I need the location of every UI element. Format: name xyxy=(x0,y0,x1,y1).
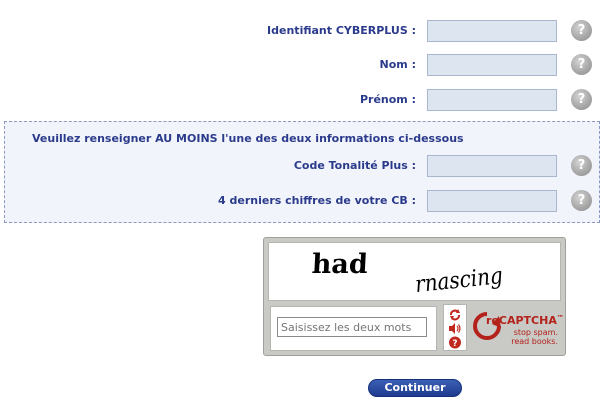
code-tonalite-row: Code Tonalité Plus : ? xyxy=(0,155,600,177)
captcha-image: had rnascing xyxy=(268,242,561,301)
identifiant-row: Identifiant CYBERPLUS : ? xyxy=(0,20,600,42)
prenom-help-icon[interactable]: ? xyxy=(571,89,592,110)
recaptcha-logo-text: reCAPTCHA™ xyxy=(486,314,564,327)
help-icon[interactable]: ? xyxy=(448,336,462,349)
prenom-label: Prénom : xyxy=(359,93,416,106)
cb-digits-help-icon[interactable]: ? xyxy=(571,190,592,211)
continuer-button[interactable]: Continuer xyxy=(368,379,462,397)
captcha-word-2: rnascing xyxy=(414,263,504,299)
identifiant-label: Identifiant CYBERPLUS : xyxy=(267,24,416,37)
code-tonalite-input[interactable] xyxy=(427,155,557,177)
nom-help-icon[interactable]: ? xyxy=(571,54,592,75)
prenom-row: Prénom : ? xyxy=(0,89,600,111)
recaptcha-tagline: stop spam. read books. xyxy=(511,328,558,346)
svg-text:?: ? xyxy=(452,339,457,349)
captcha-input-panel xyxy=(270,306,437,351)
identifiant-help-icon[interactable]: ? xyxy=(571,20,592,41)
nom-input[interactable] xyxy=(427,54,557,76)
identifiant-input[interactable] xyxy=(427,20,557,42)
captcha-controls: ? xyxy=(443,304,467,351)
recaptcha-logo: reCAPTCHA™ stop spam. read books. xyxy=(472,306,564,354)
cb-digits-label: 4 derniers chiffres de votre CB : xyxy=(218,194,416,207)
prenom-input[interactable] xyxy=(427,89,557,111)
recaptcha-widget: had rnascing ? xyxy=(263,237,566,356)
nom-row: Nom : ? xyxy=(0,54,600,76)
captcha-word-1: had xyxy=(311,249,369,280)
code-tonalite-label: Code Tonalité Plus : xyxy=(293,159,416,172)
cb-digits-row: 4 derniers chiffres de votre CB : ? xyxy=(0,190,600,212)
code-tonalite-help-icon[interactable]: ? xyxy=(571,155,592,176)
cb-digits-input[interactable] xyxy=(427,190,557,212)
captcha-response-input[interactable] xyxy=(277,317,427,337)
nom-label: Nom : xyxy=(379,58,416,71)
refresh-icon[interactable] xyxy=(448,308,462,321)
alt-info-title: Veuillez renseigner AU MOINS l'une des d… xyxy=(32,132,464,145)
audio-icon[interactable] xyxy=(448,322,462,335)
